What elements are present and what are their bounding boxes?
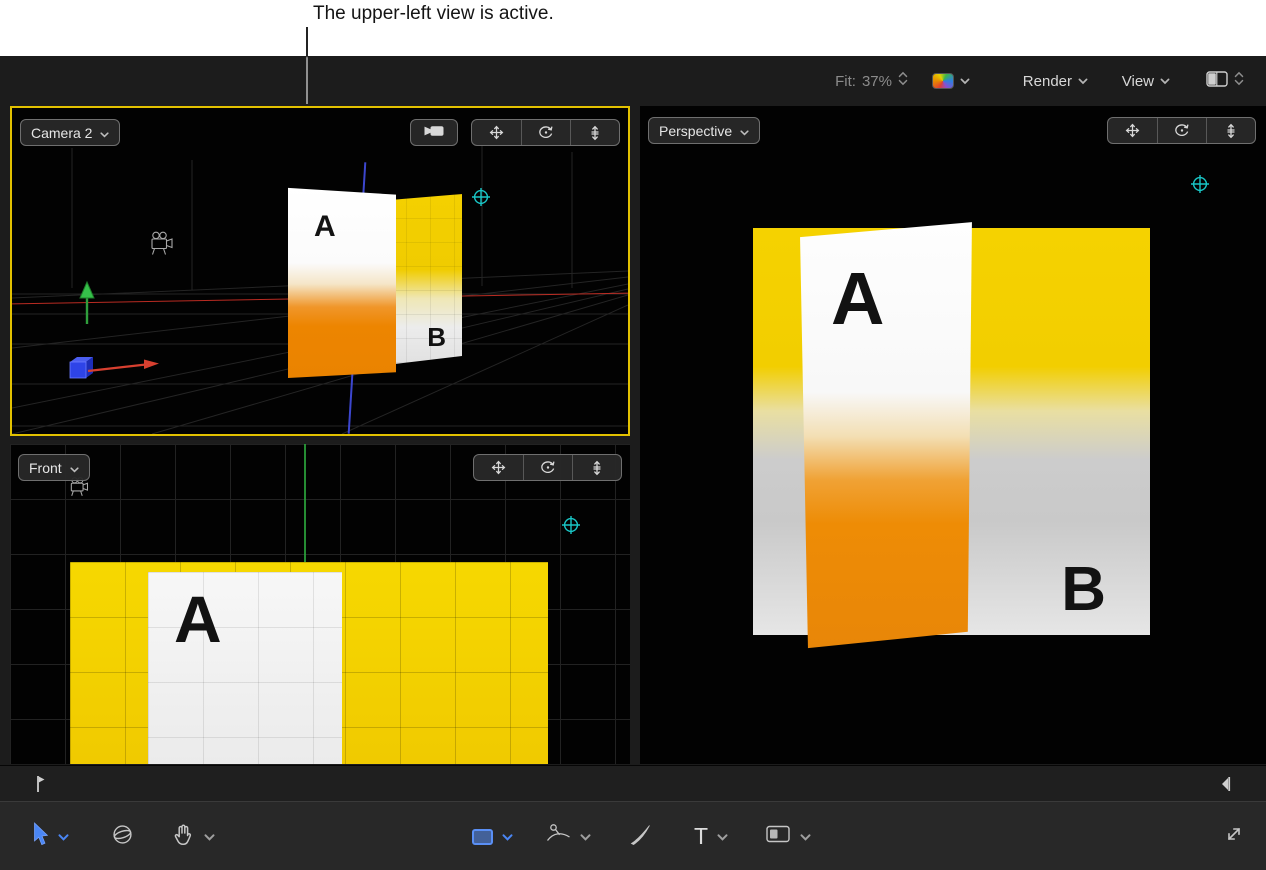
perspective-view-label: Perspective	[659, 123, 732, 139]
view-menu[interactable]: View	[1122, 70, 1170, 92]
plane-b-letter: B	[427, 324, 446, 350]
up-down-stepper-icon	[1234, 71, 1244, 91]
timeline-strip[interactable]	[0, 765, 1266, 801]
select-arrow-icon	[30, 822, 49, 852]
view-menu-label: View	[1122, 73, 1154, 90]
fit-label: Fit:	[835, 73, 856, 90]
plane-a-letter: A	[831, 262, 884, 336]
select-transform-tool[interactable]	[30, 802, 69, 870]
dolly-icon[interactable]	[572, 455, 621, 480]
bezier-tool[interactable]	[546, 802, 591, 870]
rectangle-shape-tool[interactable]	[472, 802, 513, 870]
chevron-down-icon[interactable]	[502, 828, 513, 846]
fit-value: 37%	[862, 73, 892, 90]
chevron-down-icon	[1078, 72, 1088, 90]
camera2-camera-controls	[471, 119, 620, 146]
pan-view-tool[interactable]	[172, 802, 215, 870]
render-menu[interactable]: Render	[1023, 70, 1088, 92]
transform-3d-tool[interactable]	[110, 802, 135, 870]
zoom-fit-control[interactable]: Fit: 37%	[835, 70, 908, 92]
front-camera-controls	[473, 454, 622, 481]
annotation-pointer-line	[306, 27, 308, 104]
pan-icon[interactable]	[474, 455, 523, 480]
pan-icon[interactable]	[1108, 118, 1157, 143]
plane-a[interactable]: A	[288, 186, 396, 378]
plane-a[interactable]: A	[795, 216, 975, 656]
camera-overlay-button[interactable]	[410, 119, 458, 146]
chevron-down-icon[interactable]	[717, 828, 728, 846]
chevron-down-icon	[70, 460, 79, 476]
camera2-view-menu[interactable]: Camera 2	[20, 119, 120, 146]
dolly-icon[interactable]	[570, 120, 619, 145]
scene-camera-icon[interactable]	[148, 230, 175, 261]
chevron-down-icon[interactable]	[800, 828, 811, 846]
viewport-front[interactable]: A Front	[10, 444, 630, 764]
range-start-icon[interactable]	[34, 774, 46, 799]
paint-stroke-tool[interactable]	[629, 802, 652, 870]
chevron-down-icon	[960, 72, 970, 90]
plane-a-letter: A	[174, 586, 222, 652]
viewport-layout-menu[interactable]	[1206, 70, 1244, 92]
plane-a[interactable]: A	[148, 572, 342, 764]
y-axis-arrow-icon[interactable]	[76, 280, 98, 331]
canvas-top-toolbar: Fit: 37% Render View	[0, 56, 1266, 106]
expand-icon	[1224, 824, 1244, 849]
motion-canvas-window: Fit: 37% Render View	[0, 56, 1266, 870]
screenshot-root: The upper-left view is active. Fit: 37% …	[0, 0, 1266, 870]
chevron-down-icon	[100, 125, 109, 141]
hand-icon	[172, 822, 195, 851]
viewport-camera2[interactable]: B A Camera 2	[10, 106, 630, 436]
tool-bar: T	[0, 801, 1266, 870]
toolbar-expand-button[interactable]	[1224, 802, 1244, 870]
dolly-icon[interactable]	[1206, 118, 1255, 143]
text-tool-icon: T	[694, 823, 708, 850]
orbit-icon[interactable]	[523, 455, 572, 480]
viewport-perspective[interactable]: B A Perspective	[640, 106, 1266, 764]
chevron-down-icon	[740, 123, 749, 139]
origin-axes-icon[interactable]	[66, 348, 162, 389]
plane-a-letter: A	[314, 212, 336, 242]
image-mask-tool[interactable]	[766, 802, 811, 870]
up-down-stepper-icon	[898, 71, 908, 91]
color-well-button[interactable]	[932, 70, 970, 92]
perspective-view-menu[interactable]: Perspective	[648, 117, 760, 144]
camera2-view-label: Camera 2	[31, 125, 92, 141]
crosshair-icon	[560, 514, 582, 536]
orbit-icon[interactable]	[521, 120, 570, 145]
annotation-text: The upper-left view is active.	[313, 3, 554, 25]
pan-icon[interactable]	[472, 120, 521, 145]
perspective-camera-controls	[1107, 117, 1256, 144]
chevron-down-icon[interactable]	[580, 828, 591, 846]
transform-3d-icon	[110, 822, 135, 852]
crosshair-icon	[1189, 173, 1211, 195]
chevron-down-icon	[1160, 72, 1170, 90]
camera-icon	[423, 124, 445, 141]
front-view-menu[interactable]: Front	[18, 454, 90, 481]
chevron-down-icon[interactable]	[58, 828, 69, 846]
orbit-icon[interactable]	[1157, 118, 1206, 143]
rectangle-tool-icon	[472, 829, 493, 845]
chevron-down-icon[interactable]	[204, 828, 215, 846]
plane-b-letter: B	[1061, 559, 1106, 621]
shape-well-icon	[766, 825, 791, 848]
range-end-icon[interactable]	[1220, 774, 1232, 799]
pane-layout-icon	[1206, 71, 1228, 92]
render-menu-label: Render	[1023, 73, 1072, 90]
paint-stroke-icon	[629, 823, 652, 851]
bezier-pin-icon	[546, 823, 571, 850]
crosshair-icon	[470, 186, 492, 208]
text-tool[interactable]: T	[694, 802, 728, 870]
color-well-icon	[932, 73, 954, 89]
front-view-label: Front	[29, 460, 62, 476]
